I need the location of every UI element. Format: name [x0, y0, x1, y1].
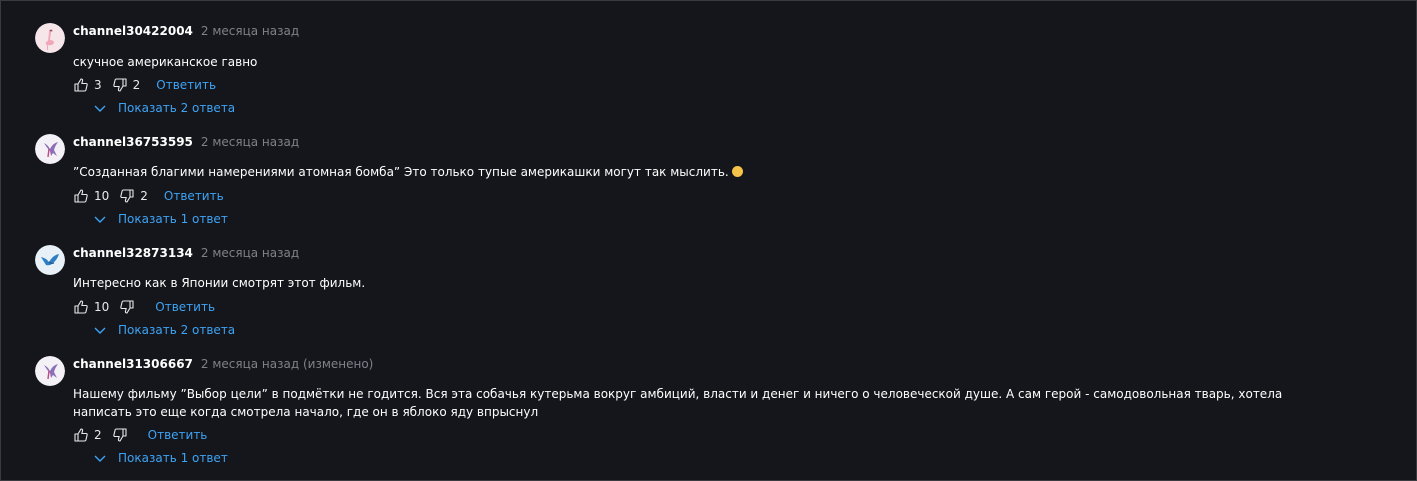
comment-actions: 10 Ответить	[73, 298, 215, 316]
hummingbird-icon	[35, 134, 65, 164]
comments-list: channel30422004 2 месяца назад скучное а…	[1, 1, 1416, 480]
like-count: 10	[94, 300, 110, 314]
chevron-down-icon	[93, 451, 107, 465]
show-replies-button[interactable]: Показать 1 ответ	[93, 449, 228, 467]
comment-header: channel32873134 2 месяца назад	[73, 246, 299, 264]
chevron-down-icon	[93, 101, 107, 115]
comment-author[interactable]: channel32873134	[73, 246, 193, 260]
thumbs-down-icon[interactable]	[112, 427, 128, 443]
show-replies-label: Показать 2 ответа	[118, 323, 236, 337]
comment-time[interactable]: 2 месяца назад	[201, 246, 299, 260]
show-replies-button[interactable]: Показать 2 ответа	[93, 99, 235, 117]
comment-header: channel36753595 2 месяца назад	[73, 135, 299, 153]
like-count: 10	[94, 189, 110, 203]
comment-header: channel31306667 2 месяца назад (изменено…	[73, 357, 373, 375]
comment-text: ”Созданная благими намерениями атомная б…	[73, 163, 1343, 181]
thumbs-down-icon[interactable]	[119, 299, 135, 315]
dislike-count: 2	[140, 189, 148, 203]
show-replies-label: Показать 1 ответ	[118, 212, 228, 226]
show-replies-label: Показать 1 ответ	[118, 451, 228, 465]
comment-author[interactable]: channel31306667	[73, 357, 193, 371]
reply-button[interactable]: Ответить	[148, 428, 208, 442]
comment-actions: 3 2 Ответить	[73, 76, 216, 94]
thumbs-down-icon[interactable]	[119, 188, 135, 204]
comment-text: Нашему фильму ”Выбор цели” в подмётки не…	[73, 387, 1283, 419]
comment-time[interactable]: 2 месяца назад	[201, 135, 299, 149]
flamingo-icon	[35, 23, 65, 53]
hummingbird-icon	[35, 356, 65, 386]
thumbs-up-icon[interactable]	[73, 188, 89, 204]
blue-bird-icon	[35, 245, 65, 275]
avatar[interactable]	[35, 23, 65, 53]
chevron-down-icon	[93, 212, 107, 226]
dislike-count: 2	[132, 78, 141, 92]
comment-time[interactable]: 2 месяца назад (изменено)	[201, 357, 373, 371]
avatar[interactable]	[35, 245, 65, 275]
thumbs-up-icon[interactable]	[73, 299, 89, 315]
avatar[interactable]	[35, 356, 65, 386]
comment-time[interactable]: 2 месяца назад	[201, 24, 299, 38]
comment-actions: 10 2 Ответить	[73, 187, 224, 205]
thumbs-up-icon[interactable]	[73, 427, 89, 443]
reply-button[interactable]: Ответить	[156, 78, 216, 92]
laughing-emoji-icon	[731, 166, 743, 177]
show-replies-button[interactable]: Показать 1 ответ	[93, 210, 228, 228]
comment-author[interactable]: channel36753595	[73, 135, 193, 149]
reply-button[interactable]: Ответить	[164, 189, 224, 203]
comment-text: Интересно как в Японии смотрят этот филь…	[73, 276, 366, 290]
thumbs-up-icon[interactable]	[73, 77, 89, 93]
like-count: 3	[94, 78, 102, 92]
comment-author[interactable]: channel30422004	[73, 24, 193, 38]
like-count: 2	[94, 428, 102, 442]
reply-button[interactable]: Ответить	[155, 300, 215, 314]
comment-text-body: ”Созданная благими намерениями атомная б…	[73, 165, 729, 179]
thumbs-down-icon[interactable]	[112, 77, 128, 93]
avatar[interactable]	[35, 134, 65, 164]
chevron-down-icon	[93, 323, 107, 337]
comment-actions: 2 Ответить	[73, 426, 207, 444]
show-replies-label: Показать 2 ответа	[118, 101, 236, 115]
comment-text: скучное американское гавно	[73, 55, 258, 69]
show-replies-button[interactable]: Показать 2 ответа	[93, 321, 235, 339]
comment-header: channel30422004 2 месяца назад	[73, 24, 299, 42]
